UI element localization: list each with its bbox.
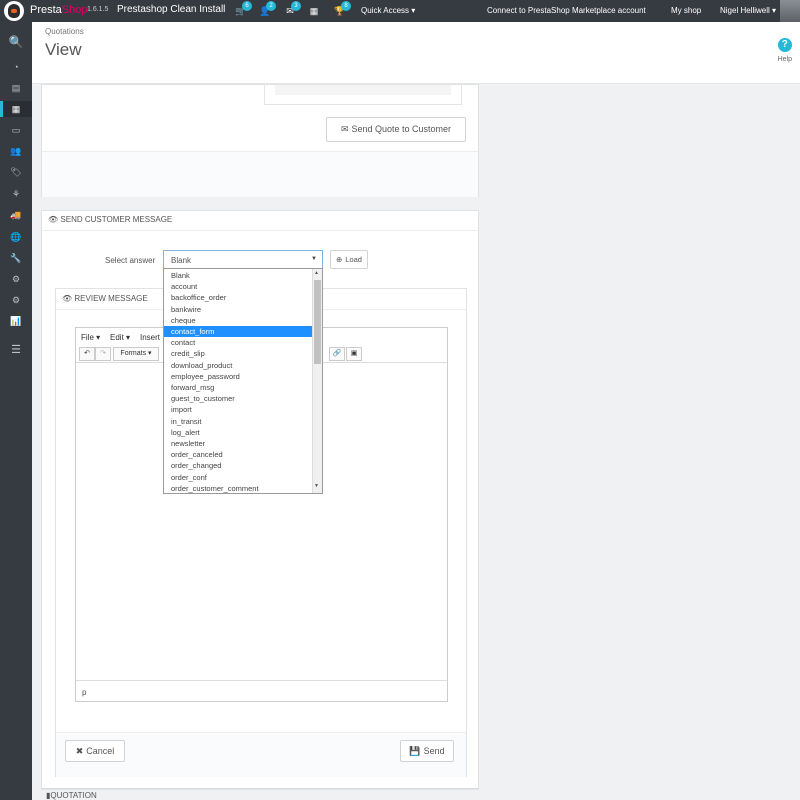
- page-header: Quotations View ? Help: [32, 22, 800, 84]
- dropdown-option[interactable]: credit_slip: [164, 348, 312, 359]
- dropdown-option[interactable]: contact_form: [164, 326, 312, 338]
- cart-icon[interactable]: 🛒 6: [235, 1, 252, 17]
- send-quote-button[interactable]: ✉ Send Quote to Customer: [326, 117, 466, 142]
- breadcrumb[interactable]: Quotations: [45, 27, 84, 36]
- version-label: 1.6.1.5: [87, 6, 109, 13]
- notification-badge: 3: [291, 1, 301, 11]
- shipping-icon[interactable]: 🚚: [0, 207, 32, 223]
- user-menu[interactable]: Nigel Helliwell ▾: [720, 6, 776, 15]
- eye-icon: 👁: [48, 215, 59, 224]
- notification-badge: 2: [266, 1, 276, 11]
- dropdown-option[interactable]: order_canceled: [164, 449, 312, 460]
- modules-icon[interactable]: ⚘: [0, 186, 32, 202]
- dashboard-icon[interactable]: ◔: [0, 59, 32, 75]
- link-icon[interactable]: 🔗: [329, 347, 345, 361]
- dropdown-option[interactable]: Blank: [164, 270, 312, 281]
- element-path: p: [82, 688, 87, 697]
- help-label: Help: [777, 56, 792, 63]
- dropdown-option[interactable]: contact: [164, 337, 312, 348]
- totals-table: [264, 85, 462, 105]
- menu-edit[interactable]: Edit ▾: [110, 333, 130, 342]
- close-icon: ✖: [75, 746, 84, 756]
- administration-icon[interactable]: ⚙: [0, 292, 32, 308]
- avatar[interactable]: [780, 0, 800, 22]
- notification-badge: 8: [341, 1, 351, 11]
- dropdown-option[interactable]: download_product: [164, 360, 312, 371]
- brand-name[interactable]: PrestaShop: [30, 4, 88, 16]
- customers-icon[interactable]: 👤 2: [259, 1, 276, 17]
- dropdown-option[interactable]: backoffice_order: [164, 292, 312, 303]
- messages-icon[interactable]: ✉ 3: [284, 1, 301, 17]
- review-heading: 👁 REVIEW MESSAGE: [62, 294, 148, 303]
- dropdown-option[interactable]: bankwire: [164, 304, 312, 315]
- cancel-button[interactable]: ✖ Cancel: [65, 740, 125, 762]
- dropdown-option[interactable]: import: [164, 404, 312, 415]
- save-icon: 💾: [409, 746, 421, 756]
- formats-dropdown[interactable]: Formats ▾: [113, 347, 159, 361]
- dropdown-option[interactable]: cheque: [164, 315, 312, 326]
- panel-footer: [42, 151, 478, 197]
- scrollbar[interactable]: ▲ ▼: [312, 269, 322, 493]
- dropdown-option[interactable]: in_transit: [164, 416, 312, 427]
- dropdown-option[interactable]: order_changed: [164, 460, 312, 471]
- stats-icon[interactable]: 📊: [0, 313, 32, 329]
- menu-icon[interactable]: ☰: [0, 342, 32, 358]
- localization-icon[interactable]: 🌐: [0, 229, 32, 245]
- dropdown-option[interactable]: guest_to_customer: [164, 393, 312, 404]
- payment-icon[interactable]: ▭: [0, 122, 32, 138]
- shop-name-link[interactable]: Prestashop Clean Install: [117, 4, 225, 15]
- dropdown-option[interactable]: order_customer_comment: [164, 483, 312, 494]
- help-button[interactable]: ? Help: [778, 38, 792, 63]
- quotation-section-heading: ▮QUOTATION: [46, 791, 97, 800]
- quote-panel: ✉ Send Quote to Customer: [41, 84, 479, 197]
- advanced-parameters-icon[interactable]: ⚙: [0, 271, 32, 287]
- prestashop-logo[interactable]: [4, 1, 24, 21]
- sidebar: 🔍 ◔ ▤ ▦ ▭ 👥 🏷 ⚘ 🚚 🌐 🔧 ⚙ ⚙ 📊 ☰: [0, 22, 32, 800]
- caret-down-icon: ▼: [311, 256, 317, 262]
- marketplace-connect-link[interactable]: Connect to PrestaShop Marketplace accoun…: [487, 6, 646, 15]
- customers-icon[interactable]: 👥: [0, 143, 32, 159]
- top-navbar: PrestaShop 1.6.1.5 Prestashop Clean Inst…: [0, 0, 800, 22]
- dropdown-option[interactable]: forward_msg: [164, 382, 312, 393]
- editor-statusbar: p: [76, 680, 447, 702]
- scroll-up-icon[interactable]: ▲: [314, 270, 319, 276]
- select-answer-dropdown[interactable]: Blank ▼: [163, 250, 323, 269]
- scrollbar-thumb[interactable]: [314, 280, 321, 364]
- select-answer-label: Select answer: [105, 256, 156, 265]
- menu-insert[interactable]: Insert: [140, 333, 160, 342]
- my-shop-link[interactable]: My shop: [671, 6, 701, 15]
- panel-heading: 👁 SEND CUSTOMER MESSAGE: [48, 215, 173, 224]
- select-answer-options: Blank account backoffice_order bankwire cheq…: [163, 268, 323, 494]
- search-icon[interactable]: 🔍: [0, 34, 32, 50]
- redo-icon[interactable]: ↷: [95, 347, 111, 361]
- scroll-down-icon[interactable]: ▼: [314, 483, 319, 489]
- dropdown-option[interactable]: order_conf: [164, 472, 312, 483]
- dropdown-option[interactable]: employee_password: [164, 371, 312, 382]
- plus-circle-icon: ⊕: [336, 255, 343, 264]
- dropdown-option[interactable]: account: [164, 281, 312, 292]
- dropdown-option[interactable]: newsletter: [164, 438, 312, 449]
- preferences-icon[interactable]: 🔧: [0, 250, 32, 266]
- undo-icon[interactable]: ↶: [79, 347, 95, 361]
- review-footer: ✖ Cancel 💾 Send: [56, 732, 466, 777]
- calculator-icon[interactable]: ▦: [308, 5, 320, 17]
- envelope-icon: ✉: [340, 124, 349, 134]
- notification-badge: 6: [242, 1, 252, 11]
- trophy-icon[interactable]: 🏆 8: [334, 1, 351, 17]
- dropdown-option[interactable]: log_alert: [164, 427, 312, 438]
- menu-file[interactable]: File ▾: [81, 333, 100, 342]
- quotations-icon[interactable]: ▦: [0, 101, 32, 117]
- load-button[interactable]: ⊕ Load: [330, 250, 368, 269]
- image-icon[interactable]: ▣: [346, 347, 362, 361]
- page-title: View: [45, 40, 82, 59]
- quick-access-menu[interactable]: Quick Access ▾: [361, 6, 415, 15]
- eye-icon: 👁: [62, 294, 73, 303]
- catalog-icon[interactable]: 🏷: [0, 164, 32, 180]
- send-button[interactable]: 💾 Send: [400, 740, 454, 762]
- orders-icon[interactable]: ▤: [0, 80, 32, 96]
- help-icon: ?: [777, 38, 792, 52]
